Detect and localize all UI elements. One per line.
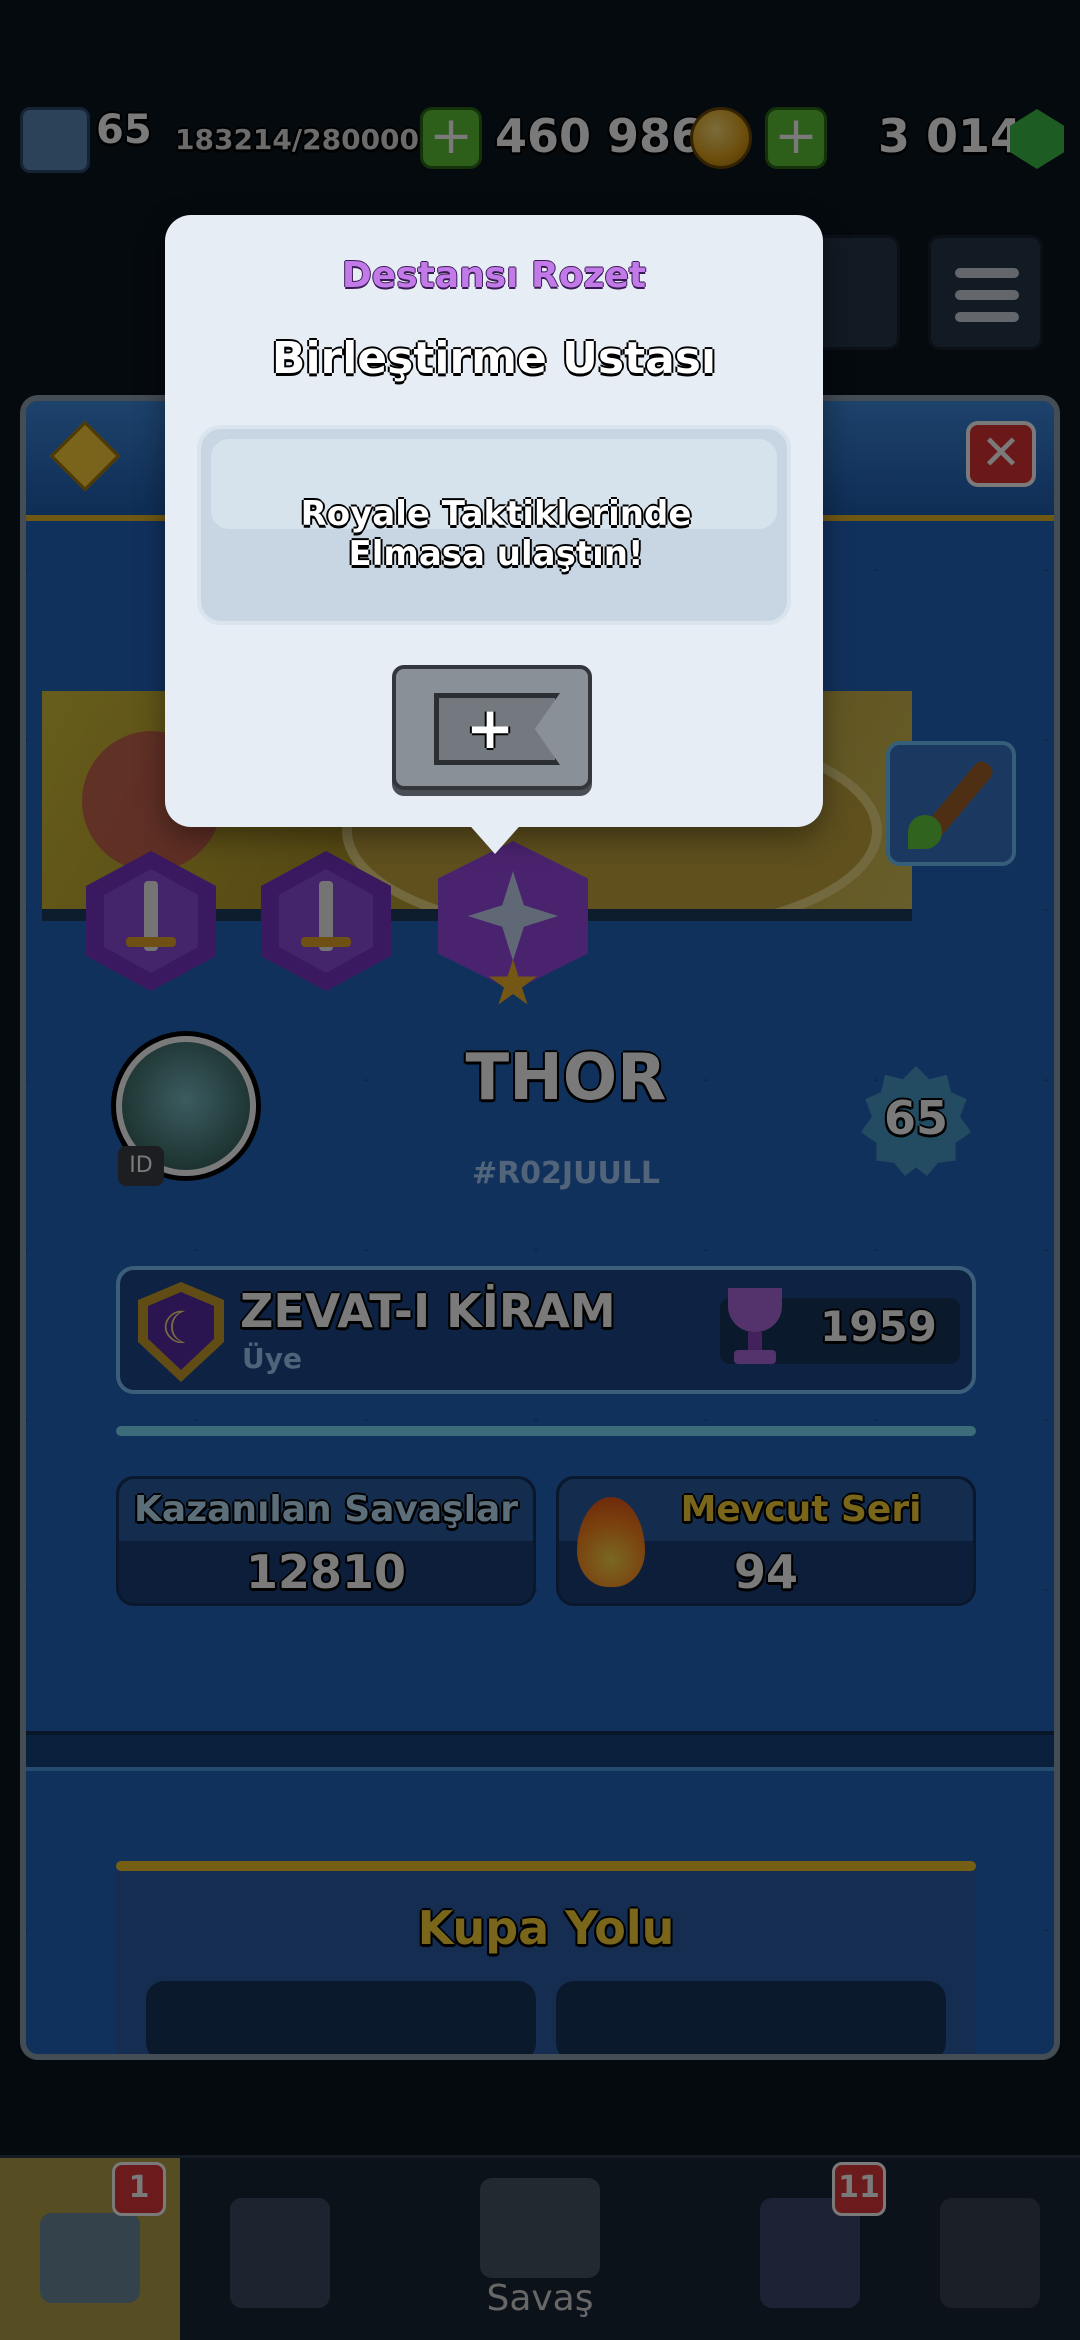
clan-card[interactable]: ☾ ZEVAT-I KİRAM Üye 1959 — [116, 1266, 976, 1394]
nav-clan-badge: 11 — [832, 2162, 886, 2216]
popup-subtitle: Destansı Rozet — [341, 255, 647, 296]
add-gold-button[interactable]: + — [420, 107, 482, 169]
wins-label: Kazanılan Savaşlar — [134, 1489, 518, 1530]
chest-icon — [40, 2213, 140, 2303]
player-name: THOR — [465, 1041, 667, 1115]
nav-shop[interactable]: 1 — [0, 2158, 180, 2340]
trophy-icon — [720, 1288, 790, 1368]
popup-pointer — [465, 820, 525, 854]
divider — [116, 1426, 976, 1436]
clan-role: Üye — [242, 1342, 302, 1375]
gold-amount: 460 986 — [495, 109, 704, 163]
popup-description-box: Royale Taktiklerinde Elmasa ulaştın! — [197, 425, 791, 625]
gold-coin-icon — [690, 107, 752, 169]
wins-value: 12810 — [245, 1545, 407, 1599]
add-gems-button[interactable]: + — [765, 107, 827, 169]
nav-shop-badge: 1 — [112, 2162, 166, 2216]
nav-clan[interactable]: 11 — [730, 2158, 910, 2340]
id-tag[interactable]: ID — [118, 1146, 164, 1186]
badge-selected[interactable] — [438, 841, 588, 1011]
add-to-banner-button[interactable]: + — [392, 665, 592, 790]
experience-icon[interactable] — [20, 107, 90, 173]
crossed-swords-icon — [480, 2178, 600, 2278]
nav-battle-label: Savaş — [486, 2278, 594, 2319]
edit-banner-button[interactable] — [886, 741, 1016, 866]
player-level-top: 65 — [96, 107, 152, 153]
streak-stat: Mevcut Seri 94 — [556, 1476, 976, 1606]
player-tag[interactable]: #R02JUULL — [326, 1156, 806, 1191]
arena-card[interactable] — [556, 1981, 946, 2054]
top-resource-bar: 65 183214/280000 + 460 986 + 3 014 — [0, 95, 1080, 185]
diamond-icon — [49, 420, 121, 492]
gem-amount: 3 014 — [878, 109, 1023, 163]
streak-value: 94 — [733, 1545, 798, 1599]
popup-description: Royale Taktiklerinde Elmasa ulaştın! — [300, 494, 692, 574]
badge-popup: Destansı Rozet Birleştirme Ustası Royale… — [165, 215, 823, 827]
plus-icon: + — [465, 694, 515, 762]
clan-name: ZEVAT-I KİRAM — [240, 1284, 616, 1338]
experience-progress-text: 183214/280000 — [175, 123, 420, 156]
nav-cards[interactable] — [200, 2158, 380, 2340]
trophy-road-card[interactable] — [146, 1981, 536, 2054]
streak-label: Mevcut Seri — [680, 1489, 922, 1530]
wins-stat: Kazanılan Savaşlar 12810 — [116, 1476, 536, 1606]
gold-divider — [116, 1861, 976, 1871]
popup-title: Birleştirme Ustası — [271, 333, 717, 384]
section-divider — [26, 1731, 1054, 1771]
clan-shield-icon: ☾ — [138, 1282, 224, 1382]
section-title: Kupa Yolu — [417, 1901, 675, 1955]
menu-button[interactable] — [928, 235, 1043, 350]
close-button[interactable]: ✕ — [966, 421, 1036, 487]
player-level: 65 — [883, 1091, 948, 1145]
helmet-icon — [940, 2198, 1040, 2308]
nav-events[interactable] — [900, 2158, 1080, 2340]
clan-trophies: 1959 — [820, 1302, 937, 1351]
cards-icon — [230, 2198, 330, 2308]
